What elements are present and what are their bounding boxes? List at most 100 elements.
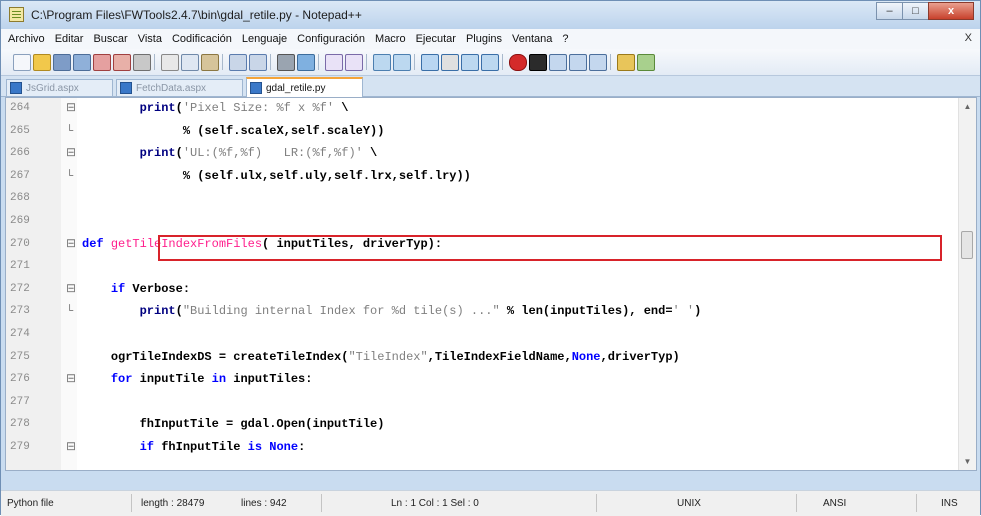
code-token: ) <box>694 304 702 319</box>
code-line: 267 └ % (self.ulx,self.uly,self.lrx,self.… <box>6 167 958 185</box>
code-line: 264 ⊟ print('Pixel Size: %f x %f' \ <box>6 99 958 117</box>
record-macro-icon[interactable] <box>509 54 527 71</box>
code-line: 279 ⊟ if fhInputTile is None: <box>6 438 958 456</box>
line-number: 277 <box>10 395 30 408</box>
line-number: 265 <box>10 124 30 137</box>
file-tab-icon <box>250 82 262 94</box>
indent-guide-icon[interactable] <box>461 54 479 71</box>
spell-check-icon[interactable] <box>637 54 655 71</box>
stop-macro-icon[interactable] <box>529 54 547 71</box>
open-folder-icon[interactable] <box>33 54 51 71</box>
code-token: if <box>110 281 126 296</box>
menu-buscar[interactable]: Buscar <box>93 33 127 45</box>
plugin-icon[interactable] <box>617 54 635 71</box>
find-icon[interactable] <box>277 54 295 71</box>
tab-gdal-retile[interactable]: gdal_retile.py <box>246 77 363 97</box>
scroll-up-arrow-icon[interactable]: ▲ <box>959 98 976 115</box>
menu-codificacion[interactable]: Codificación <box>172 33 232 45</box>
menu-macro[interactable]: Macro <box>375 33 406 45</box>
paste-icon[interactable] <box>201 54 219 71</box>
scroll-down-arrow-icon[interactable]: ▼ <box>959 453 976 470</box>
encoding-status: ANSI <box>823 498 847 509</box>
code-text: if Verbose: <box>82 280 190 298</box>
notepad-app-icon <box>9 7 24 22</box>
code-text: if fhInputTile is None: <box>82 438 306 456</box>
save-all-icon[interactable] <box>73 54 91 71</box>
code-editor[interactable]: 264 ⊟ print('Pixel Size: %f x %f' \ 265 └ %… <box>5 97 977 471</box>
highlight-annotation <box>158 235 942 261</box>
play-macro-icon[interactable] <box>549 54 567 71</box>
menu-ventana[interactable]: Ventana <box>512 33 552 45</box>
fold-collapse-icon[interactable]: ⊟ <box>66 280 76 298</box>
toolbar-separator <box>154 54 155 70</box>
code-line: 274 <box>6 325 958 343</box>
menu-lenguaje[interactable]: Lenguaje <box>242 33 287 45</box>
fold-collapse-icon[interactable]: ⊟ <box>66 235 76 253</box>
toolbar-separator <box>366 54 367 70</box>
menu-plugins[interactable]: Plugins <box>466 33 502 45</box>
code-text: for inputTile in inputTiles: <box>82 370 313 388</box>
code-token: is <box>247 440 263 454</box>
file-type-status: Python file <box>7 498 54 509</box>
fold-collapse-icon[interactable]: ⊟ <box>66 370 76 388</box>
save-macro-icon[interactable] <box>589 54 607 71</box>
code-token: "Building internal Index for %d tile(s) … <box>182 304 500 319</box>
length-status: length : 28479 <box>141 498 205 509</box>
undo-icon[interactable] <box>229 54 247 71</box>
title-bar[interactable]: C:\Program Files\FWTools2.4.7\bin\gdal_r… <box>1 1 980 29</box>
code-token: def <box>82 236 104 251</box>
code-line: 265 └ % (self.scaleX,self.scaleY)) <box>6 122 958 140</box>
word-wrap-icon[interactable] <box>421 54 439 71</box>
cut-icon[interactable] <box>161 54 179 71</box>
fold-collapse-icon[interactable]: ⊟ <box>66 99 76 117</box>
copy-icon[interactable] <box>181 54 199 71</box>
replace-icon[interactable] <box>297 54 315 71</box>
zoom-in-icon[interactable] <box>325 54 343 71</box>
print-icon[interactable] <box>133 54 151 71</box>
minimize-button[interactable]: – <box>876 2 903 20</box>
tab-fetchdata[interactable]: FetchData.aspx <box>116 79 243 96</box>
notepadpp-window: C:\Program Files\FWTools2.4.7\bin\gdal_r… <box>0 0 981 516</box>
sync-horizontal-icon[interactable] <box>393 54 411 71</box>
run-macro-multiple-icon[interactable] <box>569 54 587 71</box>
menu-archivo[interactable]: Archivo <box>8 33 45 45</box>
menu-configuracion[interactable]: Configuración <box>297 33 365 45</box>
menu-help[interactable]: ? <box>562 33 568 45</box>
toolbar-separator <box>414 54 415 70</box>
status-separator <box>131 494 132 512</box>
fold-collapse-icon[interactable]: ⊟ <box>66 144 76 162</box>
redo-icon[interactable] <box>249 54 267 71</box>
cursor-position-status: Ln : 1 Col : 1 Sel : 0 <box>391 498 479 509</box>
menu-ejecutar[interactable]: Ejecutar <box>416 33 456 45</box>
close-button[interactable]: x <box>928 2 974 20</box>
document-map-icon[interactable] <box>481 54 499 71</box>
status-bar: Python file length : 28479 lines : 942 L… <box>1 490 980 516</box>
vertical-scrollbar[interactable]: ▲ ▼ <box>958 98 976 470</box>
code-line: 277 <box>6 393 958 411</box>
zoom-out-icon[interactable] <box>345 54 363 71</box>
line-number: 270 <box>10 237 30 250</box>
menu-editar[interactable]: Editar <box>55 33 84 45</box>
code-token: print <box>139 304 176 319</box>
status-separator <box>596 494 597 512</box>
code-text: print('Pixel Size: %f x %f' \ <box>82 99 349 117</box>
fold-collapse-icon[interactable]: ⊟ <box>66 438 76 456</box>
new-file-icon[interactable] <box>13 54 31 71</box>
scrollbar-thumb[interactable] <box>961 231 973 259</box>
tab-jsgrid[interactable]: JsGrid.aspx <box>6 79 113 96</box>
code-token: inputTiles: <box>226 372 313 387</box>
menu-vista[interactable]: Vista <box>138 33 162 45</box>
show-all-characters-icon[interactable] <box>441 54 459 71</box>
sync-vertical-icon[interactable] <box>373 54 391 71</box>
close-document-button[interactable]: X <box>965 32 972 44</box>
close-file-icon[interactable] <box>93 54 111 71</box>
maximize-button[interactable]: □ <box>902 2 929 20</box>
code-token: for <box>110 372 133 387</box>
line-number: 264 <box>10 102 30 114</box>
code-token: % (self.scaleX,self.scaleY)) <box>182 123 385 138</box>
close-all-icon[interactable] <box>113 54 131 71</box>
code-token: None <box>269 440 299 454</box>
toolbar <box>1 49 980 76</box>
save-icon[interactable] <box>53 54 71 71</box>
